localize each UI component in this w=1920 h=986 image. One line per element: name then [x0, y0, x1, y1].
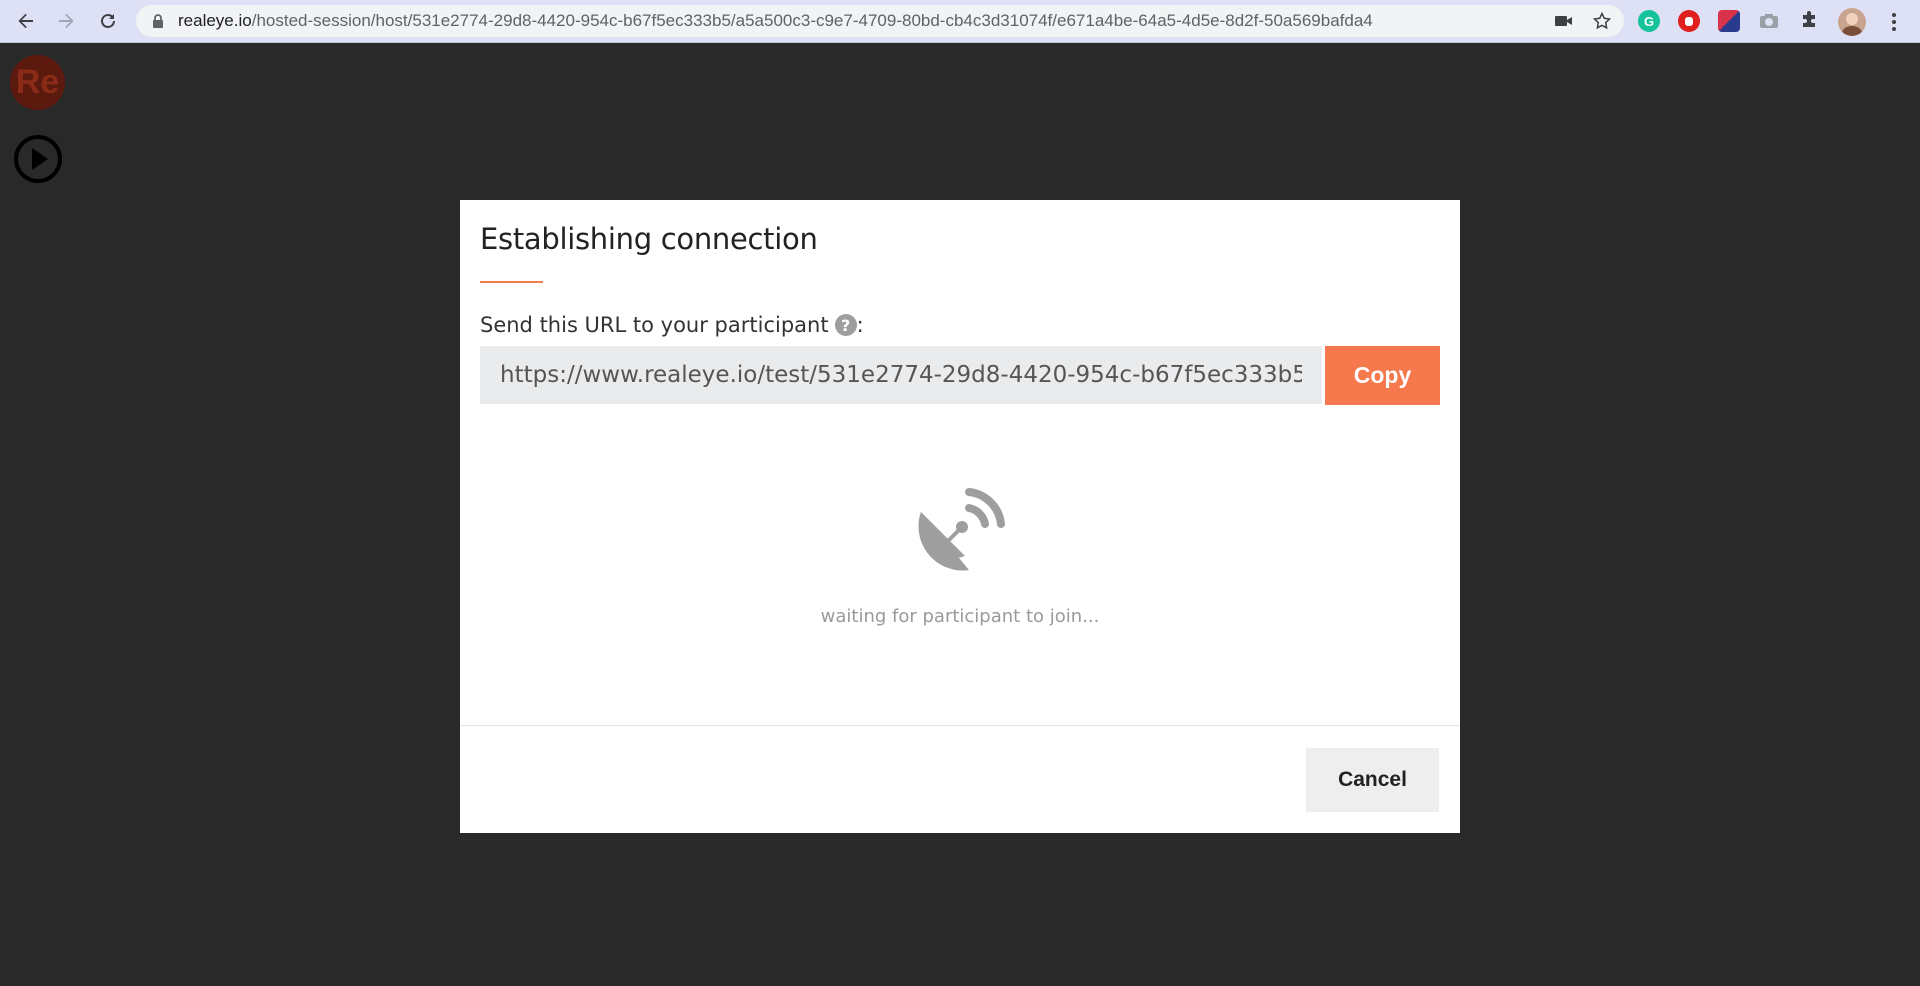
url-label-colon: :: [856, 313, 864, 337]
cancel-button[interactable]: Cancel: [1306, 748, 1439, 812]
help-icon[interactable]: ?: [834, 314, 857, 336]
back-icon[interactable]: [12, 7, 40, 35]
browser-toolbar: realeye.io/hosted-session/host/531e2774-…: [0, 0, 1920, 43]
play-icon[interactable]: [13, 134, 63, 184]
grammarly-icon[interactable]: G: [1638, 10, 1660, 32]
modal-title: Establishing connection: [480, 222, 818, 256]
adblock-icon[interactable]: [1678, 10, 1700, 32]
url-label-text: Send this URL to your participant: [480, 313, 829, 337]
avatar[interactable]: [1838, 8, 1866, 36]
url-path: /hosted-session/host/531e2774-29d8-4420-…: [251, 11, 1373, 30]
connection-modal: Establishing connection Send this URL to…: [460, 200, 1460, 833]
extension-flag-icon[interactable]: [1718, 10, 1740, 32]
star-icon[interactable]: [1592, 11, 1612, 31]
address-url[interactable]: realeye.io/hosted-session/host/531e2774-…: [178, 11, 1624, 31]
title-underline: [480, 281, 543, 283]
participant-url-input[interactable]: [480, 346, 1322, 404]
screenshot-icon[interactable]: [1758, 10, 1780, 32]
camera-icon[interactable]: [1554, 11, 1574, 31]
puzzle-icon[interactable]: [1798, 10, 1820, 32]
url-label: Send this URL to your participant ? :: [480, 313, 864, 337]
more-icon[interactable]: [1884, 8, 1904, 36]
reload-icon[interactable]: [94, 7, 122, 35]
waiting-status: waiting for participant to join...: [820, 606, 1100, 627]
realeye-logo: Re: [10, 55, 65, 110]
copy-button[interactable]: Copy: [1325, 346, 1440, 405]
address-bar[interactable]: realeye.io/hosted-session/host/531e2774-…: [136, 5, 1624, 37]
lock-icon[interactable]: [150, 13, 166, 29]
modal-divider: [460, 725, 1460, 726]
satellite-dish-icon: [918, 488, 1005, 571]
forward-icon[interactable]: [52, 7, 80, 35]
url-host: realeye.io: [178, 11, 252, 30]
